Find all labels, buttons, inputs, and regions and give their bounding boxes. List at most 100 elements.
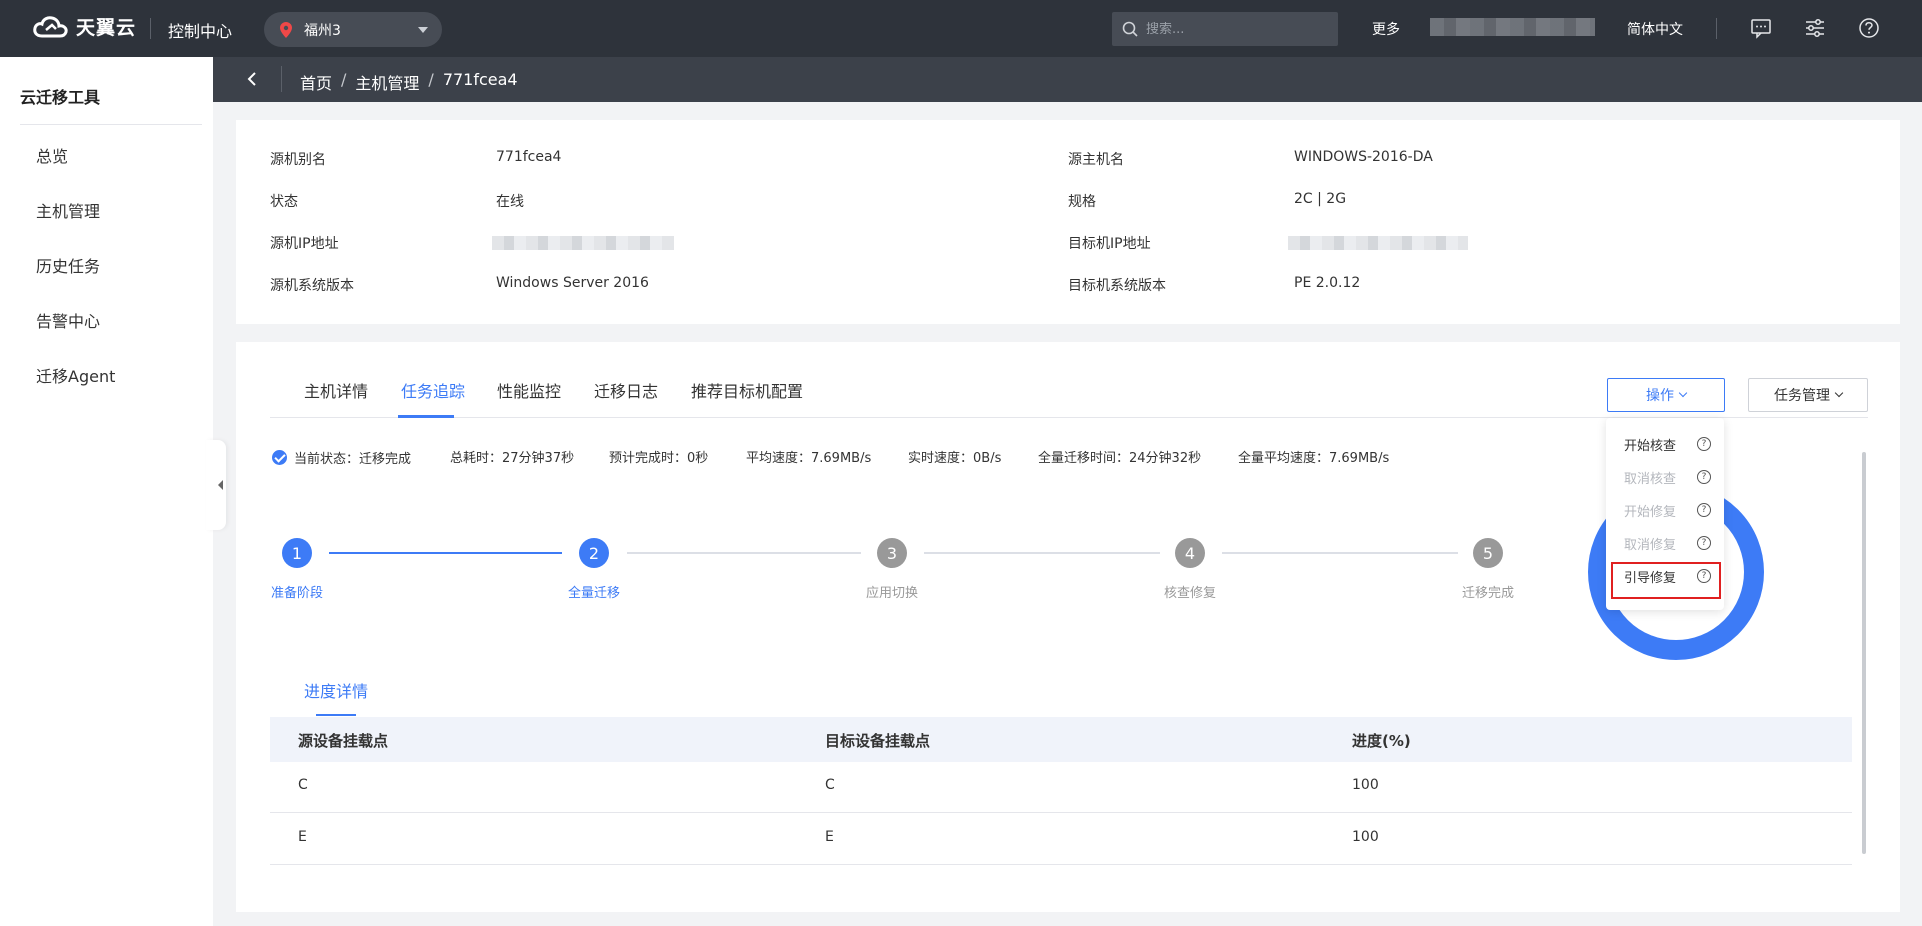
step-2-circle: 2 bbox=[579, 538, 609, 568]
step-4-circle: 4 bbox=[1175, 538, 1205, 568]
tab-task-tracking[interactable]: 任务追踪 bbox=[401, 378, 465, 402]
step-4-label: 核查修复 bbox=[1163, 586, 1216, 601]
menu-item-label: 取消核查 bbox=[1624, 471, 1677, 487]
info-label: 源主机名 bbox=[1068, 152, 1124, 168]
region-select[interactable]: 福州3 bbox=[264, 12, 442, 47]
help-circle-icon[interactable]: ? bbox=[1697, 437, 1711, 451]
breadcrumb-current: 771fcea4 bbox=[442, 70, 518, 89]
info-value: 771fcea4 bbox=[496, 149, 562, 165]
message-icon[interactable] bbox=[1750, 17, 1772, 39]
search-icon bbox=[1122, 21, 1138, 37]
table-cell: E bbox=[298, 829, 307, 845]
sidebar: 云迁移工具 总览 主机管理 历史任务 告警中心 迁移Agent bbox=[0, 57, 213, 926]
info-label: 目标机IP地址 bbox=[1068, 236, 1151, 252]
brand-name: 天翼云 bbox=[76, 17, 137, 39]
help-circle-icon[interactable]: ? bbox=[1697, 470, 1711, 484]
language-select[interactable]: 简体中文 bbox=[1627, 19, 1683, 39]
sidebar-item-alert-center[interactable]: 告警中心 bbox=[36, 308, 100, 332]
info-label: 源机别名 bbox=[270, 152, 326, 168]
help-icon[interactable] bbox=[1858, 17, 1880, 39]
sidebar-item-migration-agent[interactable]: 迁移Agent bbox=[36, 363, 115, 387]
target-ip-blurred bbox=[1288, 236, 1468, 250]
eta: 预计完成时：0秒 bbox=[609, 451, 709, 466]
row-divider bbox=[270, 864, 1852, 865]
account-name-blurred[interactable] bbox=[1430, 18, 1595, 36]
table-cell: C bbox=[825, 777, 835, 793]
column-header-target-mount: 目标设备挂载点 bbox=[825, 732, 931, 750]
info-value: 2C | 2G bbox=[1294, 191, 1347, 207]
avg-speed: 平均速度：7.69MB/s bbox=[746, 451, 872, 466]
check-circle-icon bbox=[272, 450, 287, 465]
help-circle-icon[interactable]: ? bbox=[1697, 536, 1711, 550]
step-3-label: 应用切换 bbox=[865, 586, 918, 601]
full-migration-time: 全量迁移时间：24分钟32秒 bbox=[1038, 451, 1202, 466]
region-value: 福州3 bbox=[304, 22, 341, 39]
search-input[interactable] bbox=[1146, 21, 1326, 37]
info-value: WINDOWS-2016-DA bbox=[1294, 149, 1433, 165]
sidebar-item-overview[interactable]: 总览 bbox=[36, 143, 68, 167]
info-label: 源机IP地址 bbox=[270, 236, 339, 252]
table-cell: C bbox=[298, 777, 308, 793]
more-menu[interactable]: 更多 bbox=[1372, 19, 1400, 39]
table-cell: 100 bbox=[1352, 777, 1379, 793]
operation-label: 操作 bbox=[1646, 388, 1674, 404]
header-divider bbox=[150, 18, 151, 39]
menu-item-label: 开始核查 bbox=[1624, 438, 1677, 454]
sidebar-item-host-management[interactable]: 主机管理 bbox=[36, 198, 100, 222]
step-2-label: 全量迁移 bbox=[567, 586, 620, 601]
table-cell: 100 bbox=[1352, 829, 1379, 845]
step-connector-done bbox=[329, 552, 562, 554]
info-label: 规格 bbox=[1068, 194, 1096, 210]
current-status-text: 当前状态：迁移完成 bbox=[294, 452, 412, 467]
current-status: 当前状态：迁移完成 bbox=[272, 448, 411, 467]
full-avg-speed: 全量平均速度：7.69MB/s bbox=[1238, 451, 1390, 466]
breadcrumb-host-management[interactable]: 主机管理 bbox=[355, 70, 419, 94]
menu-item-cancel-repair[interactable]: 取消修复 ? bbox=[1606, 529, 1724, 557]
menu-item-label: 取消修复 bbox=[1624, 537, 1677, 553]
tab-migration-log[interactable]: 迁移日志 bbox=[594, 378, 658, 402]
table-header bbox=[270, 717, 1852, 762]
source-ip-blurred bbox=[492, 236, 674, 250]
table-cell: E bbox=[825, 829, 834, 845]
tab-recommended-target-config[interactable]: 推荐目标机配置 bbox=[691, 378, 803, 402]
sidebar-divider bbox=[20, 124, 202, 125]
header-divider bbox=[1716, 18, 1717, 39]
info-label: 状态 bbox=[270, 194, 298, 210]
task-management-button[interactable]: 任务管理 bbox=[1748, 378, 1868, 412]
realtime-speed: 实时速度：0B/s bbox=[908, 451, 1002, 466]
help-circle-icon[interactable]: ? bbox=[1697, 503, 1711, 517]
row-divider bbox=[270, 812, 1852, 813]
column-header-progress: 进度(%) bbox=[1352, 732, 1411, 750]
sidebar-collapse-handle[interactable] bbox=[206, 440, 226, 530]
cloud-logo-icon bbox=[33, 15, 68, 37]
step-connector bbox=[627, 552, 861, 554]
breadcrumb: 首页 / 主机管理 / 771fcea4 bbox=[300, 70, 518, 94]
tab-host-details[interactable]: 主机详情 bbox=[304, 378, 368, 402]
step-5-label: 迁移完成 bbox=[1461, 586, 1514, 601]
back-arrow-icon[interactable] bbox=[246, 72, 260, 86]
sidebar-title: 云迁移工具 bbox=[20, 88, 101, 107]
chevron-down-icon bbox=[1678, 388, 1688, 398]
tab-performance-monitoring[interactable]: 性能监控 bbox=[497, 378, 561, 402]
chevron-down-icon bbox=[1834, 388, 1844, 398]
menu-item-start-repair[interactable]: 开始修复 ? bbox=[1606, 496, 1724, 524]
tab-progress-details[interactable]: 进度详情 bbox=[304, 678, 368, 702]
caret-down-icon bbox=[418, 26, 428, 33]
operation-dropdown-button[interactable]: 操作 bbox=[1607, 378, 1725, 412]
search-box[interactable] bbox=[1112, 12, 1338, 46]
menu-item-start-check[interactable]: 开始核查 ? bbox=[1606, 430, 1724, 458]
brand-logo[interactable]: 天翼云 bbox=[32, 13, 136, 40]
menu-item-cancel-check[interactable]: 取消核查 ? bbox=[1606, 463, 1724, 491]
active-tab-indicator bbox=[398, 415, 454, 418]
menu-item-label: 开始修复 bbox=[1624, 504, 1677, 520]
console-link[interactable]: 控制中心 bbox=[168, 18, 232, 42]
info-label: 源机系统版本 bbox=[270, 278, 354, 294]
vertical-scrollbar[interactable] bbox=[1862, 452, 1866, 854]
breadcrumb-home[interactable]: 首页 bbox=[300, 70, 332, 94]
step-3-circle: 3 bbox=[877, 538, 907, 568]
settings-sliders-icon[interactable] bbox=[1804, 17, 1826, 39]
highlight-box bbox=[1611, 562, 1721, 599]
sidebar-item-history-tasks[interactable]: 历史任务 bbox=[36, 253, 100, 277]
collapse-arrow-icon bbox=[218, 480, 223, 490]
step-5-circle: 5 bbox=[1473, 538, 1503, 568]
